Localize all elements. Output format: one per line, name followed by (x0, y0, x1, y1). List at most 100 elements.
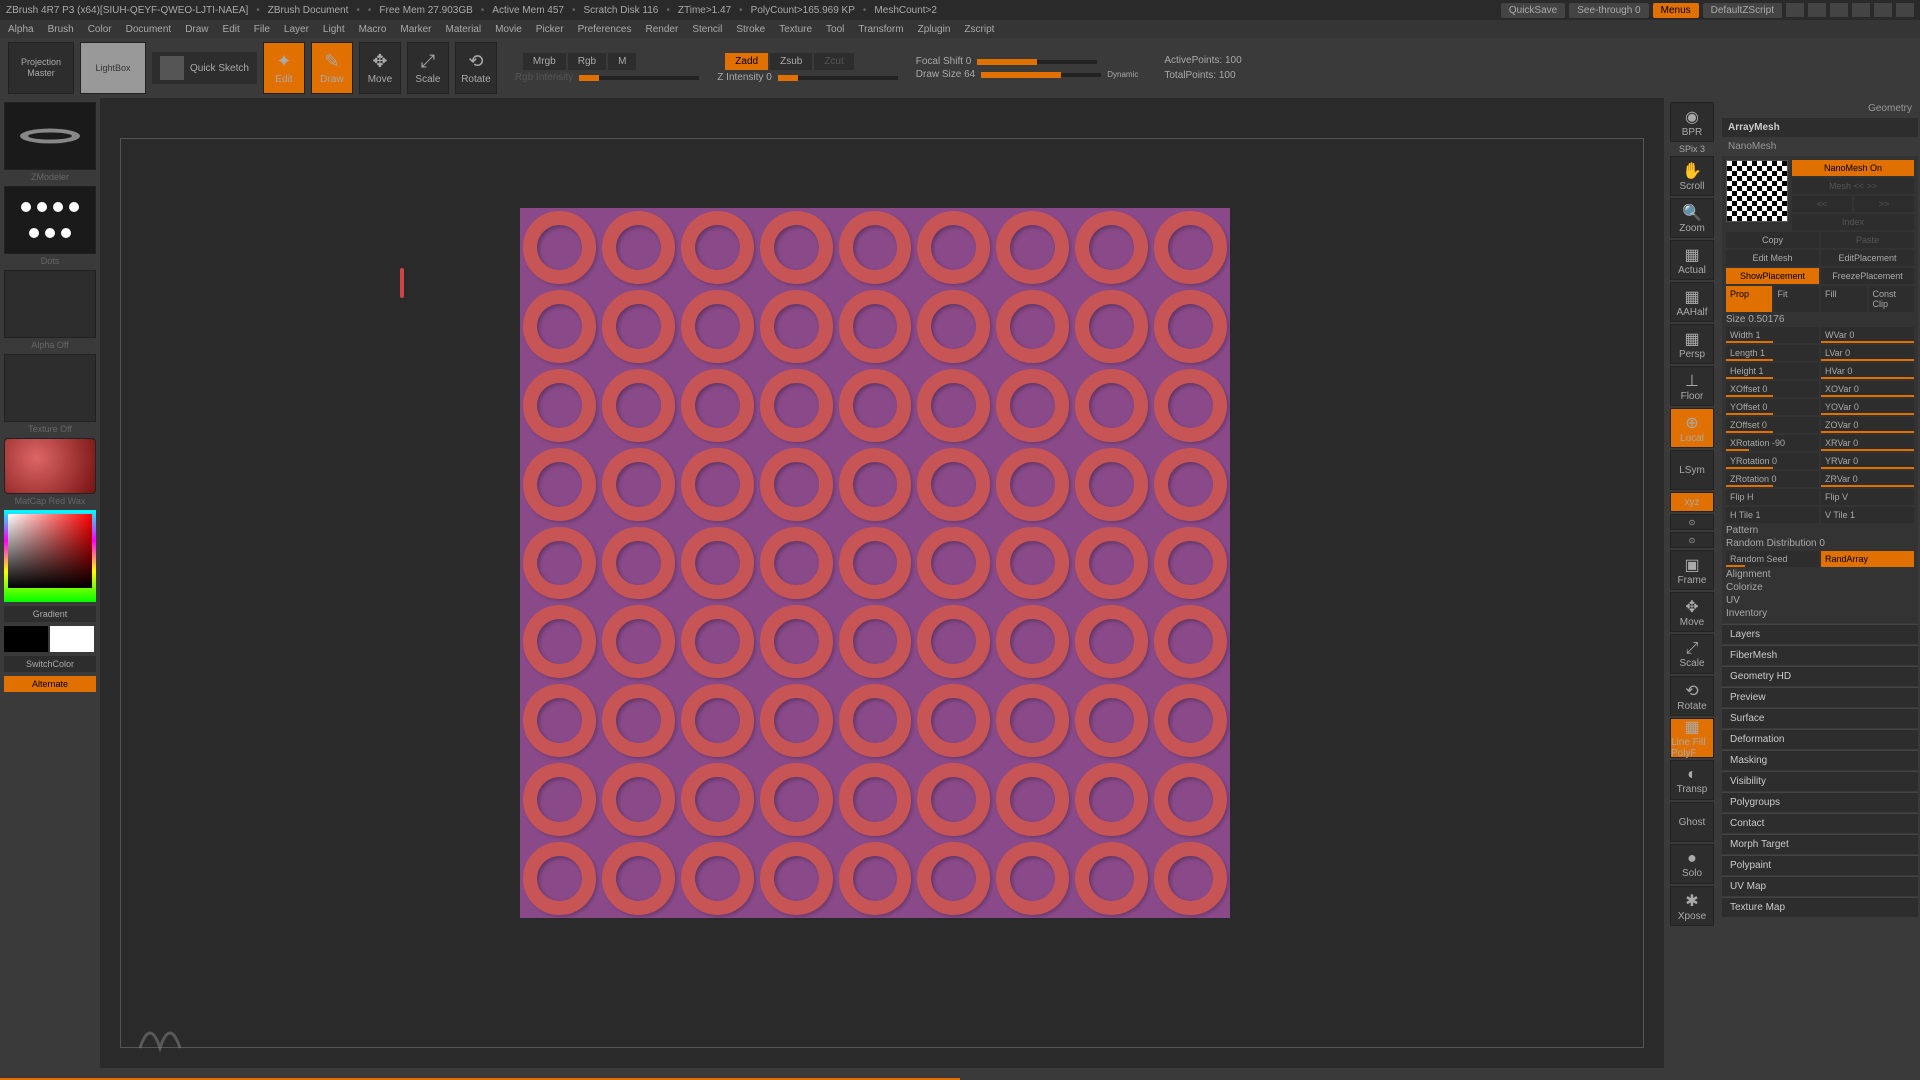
spix-label[interactable]: SPix 3 (1679, 144, 1705, 154)
menu-marker[interactable]: Marker (400, 24, 431, 35)
local-button[interactable]: ⊕Local (1670, 408, 1714, 448)
nanomesh-object[interactable] (520, 208, 1230, 918)
menu-picker[interactable]: Picker (536, 24, 564, 35)
scale-button[interactable]: ⤢Scale (407, 42, 449, 94)
freezeplacement-button[interactable]: FreezePlacement (1821, 268, 1914, 284)
zoom-button[interactable]: 🔍Zoom (1670, 198, 1714, 238)
rgb-button[interactable]: Rgb (568, 53, 606, 70)
section-geometryhd[interactable]: Geometry HD (1722, 666, 1918, 686)
showplacement-button[interactable]: ShowPlacement (1726, 268, 1819, 284)
menu-macro[interactable]: Macro (359, 24, 387, 35)
wvar-slider[interactable]: WVar 0 (1821, 327, 1914, 343)
yrvar-slider[interactable]: YRVar 0 (1821, 453, 1914, 469)
fill-button[interactable]: Fill (1821, 286, 1867, 312)
nanomesh-preview[interactable] (1726, 160, 1788, 222)
nanomesh-header[interactable]: NanoMesh (1722, 138, 1918, 155)
persp-button[interactable]: ▦Persp (1670, 324, 1714, 364)
fit-button[interactable]: Fit (1774, 286, 1820, 312)
zrvar-slider[interactable]: ZRVar 0 (1821, 471, 1914, 487)
quicksave-button[interactable]: QuickSave (1501, 3, 1565, 18)
lightbox-button[interactable]: LightBox (80, 42, 146, 94)
move-button[interactable]: ✥Move (359, 42, 401, 94)
move-tool-button[interactable]: ✥Move (1670, 592, 1714, 632)
section-preview[interactable]: Preview (1722, 687, 1918, 707)
menu-stroke[interactable]: Stroke (736, 24, 765, 35)
menus-button[interactable]: Menus (1653, 3, 1699, 18)
menu-movie[interactable]: Movie (495, 24, 522, 35)
height-slider[interactable]: Height 1 (1726, 363, 1819, 379)
material-thumbnail[interactable] (4, 438, 96, 494)
section-morphtarget[interactable]: Morph Target (1722, 834, 1918, 854)
menu-stencil[interactable]: Stencil (692, 24, 722, 35)
menu-transform[interactable]: Transform (858, 24, 903, 35)
yoffset-slider[interactable]: YOffset 0 (1726, 399, 1819, 415)
size-slider[interactable]: Size 0.50176 (1726, 314, 1914, 325)
projection-master-button[interactable]: Projection Master (8, 42, 74, 94)
stroke-thumbnail[interactable] (4, 186, 96, 254)
floor-button[interactable]: ⊥Floor (1670, 366, 1714, 406)
prop-button[interactable]: Prop (1726, 286, 1772, 312)
scale-tool-button[interactable]: ⤢Scale (1670, 634, 1714, 674)
colorize-header[interactable]: Colorize (1726, 582, 1914, 593)
zsub-button[interactable]: Zsub (770, 53, 812, 70)
menu-file[interactable]: File (254, 24, 270, 35)
mrgb-button[interactable]: Mrgb (523, 53, 566, 70)
primary-color[interactable] (50, 626, 94, 652)
tool-icon[interactable]: ⊙ (1670, 532, 1714, 548)
texture-thumbnail[interactable] (4, 354, 96, 422)
yovar-slider[interactable]: YOVar 0 (1821, 399, 1914, 415)
htile-slider[interactable]: H Tile 1 (1726, 507, 1819, 523)
xoffset-slider[interactable]: XOffset 0 (1726, 381, 1819, 397)
copy-button[interactable]: Copy (1726, 232, 1819, 248)
zovar-slider[interactable]: ZOVar 0 (1821, 417, 1914, 433)
alpha-thumbnail[interactable] (4, 270, 96, 338)
xrotation-slider[interactable]: XRotation -90 (1726, 435, 1819, 451)
section-layers[interactable]: Layers (1722, 624, 1918, 644)
rotate-button[interactable]: ⟲Rotate (455, 42, 497, 94)
editplacement-button[interactable]: EditPlacement (1821, 250, 1914, 266)
maximize-icon[interactable] (1874, 3, 1892, 17)
section-fibermesh[interactable]: FiberMesh (1722, 645, 1918, 665)
menu-document[interactable]: Document (126, 24, 172, 35)
menu-render[interactable]: Render (646, 24, 679, 35)
section-deformation[interactable]: Deformation (1722, 729, 1918, 749)
section-uvmap[interactable]: UV Map (1722, 876, 1918, 896)
section-visibility[interactable]: Visibility (1722, 771, 1918, 791)
focal-shift-slider[interactable] (977, 60, 1097, 64)
pattern-slider[interactable]: Pattern (1726, 525, 1914, 536)
switchcolor-button[interactable]: SwitchColor (4, 656, 96, 672)
actual-button[interactable]: ▦Actual (1670, 240, 1714, 280)
xpose-button[interactable]: ✱Xpose (1670, 886, 1714, 926)
default-script[interactable]: DefaultZScript (1703, 3, 1782, 18)
close-icon[interactable] (1896, 3, 1914, 17)
lvar-slider[interactable]: LVar 0 (1821, 345, 1914, 361)
menu-layer[interactable]: Layer (284, 24, 309, 35)
randarray-button[interactable]: RandArray (1821, 551, 1914, 567)
randseed-button[interactable]: Random Seed (1726, 551, 1819, 567)
hvar-slider[interactable]: HVar 0 (1821, 363, 1914, 379)
menu-edit[interactable]: Edit (223, 24, 240, 35)
arraymesh-header[interactable]: ArrayMesh (1722, 118, 1918, 137)
vtile-slider[interactable]: V Tile 1 (1821, 507, 1914, 523)
canvas-area[interactable] (100, 98, 1664, 1068)
menu-draw[interactable]: Draw (185, 24, 208, 35)
edit-button[interactable]: ✦Edit (263, 42, 305, 94)
section-contact[interactable]: Contact (1722, 813, 1918, 833)
xovar-slider[interactable]: XOVar 0 (1821, 381, 1914, 397)
menu-texture[interactable]: Texture (779, 24, 812, 35)
prev-button[interactable]: << (1792, 196, 1852, 212)
scroll-button[interactable]: ✋Scroll (1670, 156, 1714, 196)
ghost-button[interactable]: Ghost (1670, 802, 1714, 842)
quicksketch-button[interactable]: Quick Sketch (152, 52, 257, 84)
section-surface[interactable]: Surface (1722, 708, 1918, 728)
menu-light[interactable]: Light (323, 24, 345, 35)
constclip-button[interactable]: Const Clip (1869, 286, 1915, 312)
minimize-icon[interactable] (1852, 3, 1870, 17)
nanomesh-on-button[interactable]: NanoMesh On (1792, 160, 1914, 176)
solo-button[interactable]: ●Solo (1670, 844, 1714, 884)
rotate-tool-button[interactable]: ⟲Rotate (1670, 676, 1714, 716)
draw-button[interactable]: ✎Draw (311, 42, 353, 94)
secondary-color[interactable] (4, 626, 48, 652)
next-button[interactable]: >> (1854, 196, 1914, 212)
randdist-slider[interactable]: Random Distribution 0 (1726, 538, 1914, 549)
